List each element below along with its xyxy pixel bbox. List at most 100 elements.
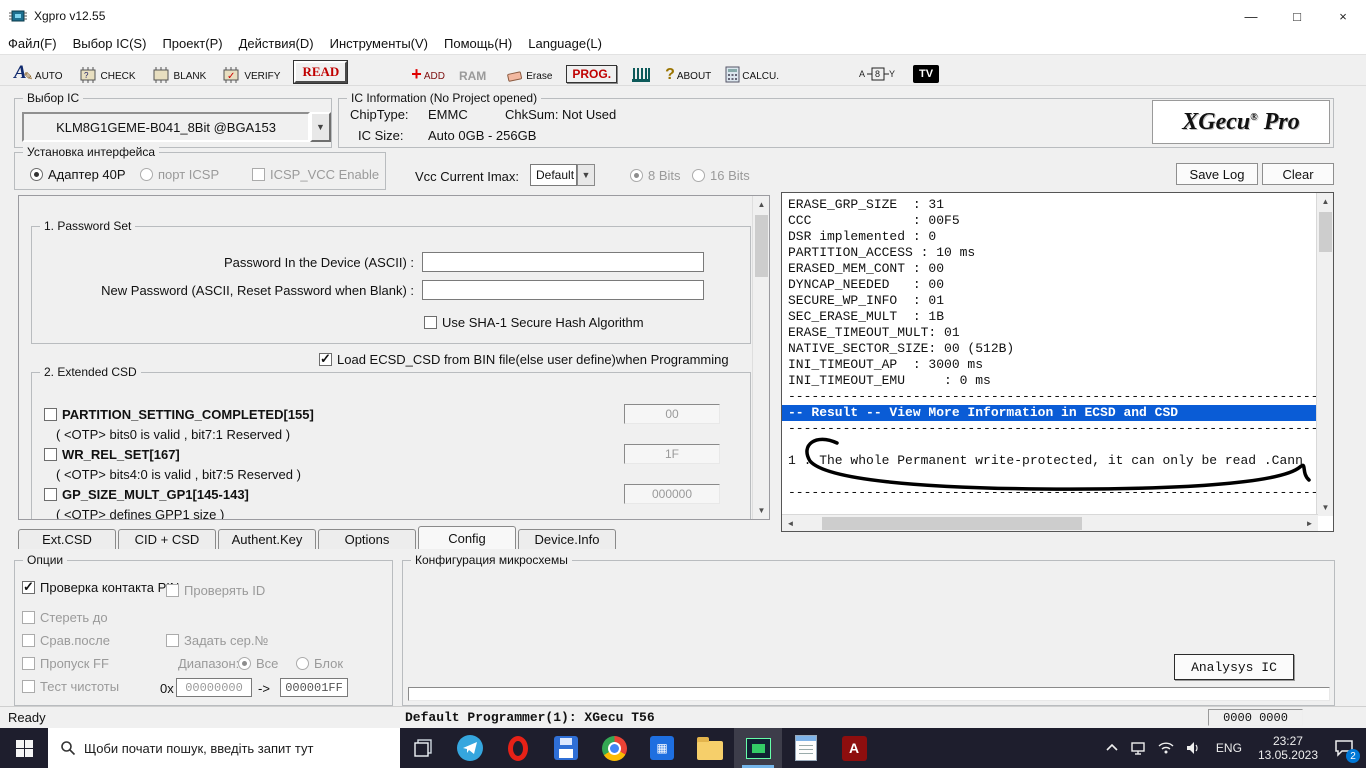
gp-size-mult-checkbox[interactable]: GP_SIZE_MULT_GP1[145-143] xyxy=(44,487,249,502)
menu-actions[interactable]: Действия(D) xyxy=(231,32,322,54)
partition-setting-value[interactable]: 00 xyxy=(624,404,720,424)
close-button[interactable]: × xyxy=(1320,0,1366,32)
scroll-thumb[interactable] xyxy=(822,517,1082,530)
tray-volume-icon[interactable] xyxy=(1180,728,1208,768)
tray-network-icon[interactable] xyxy=(1124,728,1152,768)
log-result-line: -- Result -- View More Information in EC… xyxy=(782,405,1318,421)
socket-button[interactable] xyxy=(631,57,651,83)
scroll-down-icon[interactable]: ▼ xyxy=(753,502,770,519)
menu-project[interactable]: Проект(P) xyxy=(154,32,230,54)
calcu-label: CALCU. xyxy=(742,71,779,83)
prog-button[interactable]: PROG. xyxy=(566,57,617,83)
wr-rel-set-checkbox[interactable]: WR_REL_SET[167] xyxy=(44,447,180,462)
checkbox-icon xyxy=(44,448,57,461)
sha1-checkbox[interactable]: Use SHA-1 Secure Hash Algorithm xyxy=(424,315,644,330)
tray-chevron-up-icon[interactable] xyxy=(1100,728,1124,768)
tab-config[interactable]: Config xyxy=(418,526,516,549)
logic-test-button[interactable]: A 8 Y xyxy=(859,57,895,83)
notification-center-button[interactable]: 2 xyxy=(1326,728,1366,768)
log-vertical-scrollbar[interactable]: ▲ ▼ xyxy=(1316,193,1333,516)
pin-check-checkbox[interactable]: Проверка контакта PIN xyxy=(22,580,179,595)
scroll-left-icon[interactable]: ◄ xyxy=(782,515,799,532)
tab-options[interactable]: Options xyxy=(318,529,416,549)
taskbar-app-xgpro[interactable] xyxy=(734,728,782,768)
minimize-button[interactable]: — xyxy=(1228,0,1274,32)
new-password-input[interactable] xyxy=(422,280,704,300)
plus-icon: + xyxy=(411,65,422,83)
log-panel: ERASE_GRP_SIZE : 31 CCC : 00F5 DSR imple… xyxy=(781,192,1334,532)
menu-language[interactable]: Language(L) xyxy=(520,32,610,54)
start-button[interactable] xyxy=(0,728,48,768)
skip-ff-checkbox: Пропуск FF xyxy=(22,656,109,671)
blank-button[interactable]: BLANK xyxy=(150,57,207,83)
scroll-thumb[interactable] xyxy=(1319,212,1332,252)
add-button[interactable]: + ADD xyxy=(411,57,445,83)
calcu-button[interactable]: CALCU. xyxy=(725,57,779,83)
vcc-dropdown-button[interactable]: ▼ xyxy=(577,164,595,186)
log-horizontal-scrollbar[interactable]: ◄ ► xyxy=(782,514,1318,531)
menu-help[interactable]: Помощь(H) xyxy=(436,32,520,54)
log-line: INI_TIMEOUT_EMU : 0 ms xyxy=(788,373,1318,389)
task-view-button[interactable] xyxy=(400,728,446,768)
app-icon xyxy=(9,9,27,23)
gp-size-mult-value[interactable]: 000000 xyxy=(624,484,720,504)
partition-setting-desc: ( <OTP> bits0 is valid , bit7:1 Reserved… xyxy=(56,427,290,442)
wr-rel-set-value[interactable]: 1F xyxy=(624,444,720,464)
taskbar-app-chrome[interactable] xyxy=(590,728,638,768)
check-button[interactable]: ? CHECK xyxy=(77,57,136,83)
menu-tools[interactable]: Инструменты(V) xyxy=(322,32,436,54)
taskbar-app-opera[interactable] xyxy=(494,728,542,768)
tab-ext-csd[interactable]: Ext.CSD xyxy=(18,529,116,549)
address-from-input[interactable] xyxy=(176,678,252,697)
address-to-input[interactable] xyxy=(280,678,348,697)
ic-select-dropdown-button[interactable]: ▼ xyxy=(310,112,331,142)
vcc-current-label: Vcc Current Imax: xyxy=(415,169,519,184)
ic-select-combobox[interactable]: KLM8G1GEME-B041_8Bit @BGA153 xyxy=(22,112,310,142)
search-input[interactable] xyxy=(84,741,374,756)
checkbox-icon xyxy=(22,634,35,647)
scroll-right-icon[interactable]: ► xyxy=(1301,515,1318,532)
tab-authent-key[interactable]: Authent.Key xyxy=(218,529,316,549)
calculator-icon xyxy=(725,66,740,83)
tray-clock[interactable]: 23:27 13.05.2023 xyxy=(1250,728,1326,768)
taskbar-app-notepad[interactable] xyxy=(782,728,830,768)
about-button[interactable]: ? ABOUT xyxy=(665,57,711,83)
vcc-current-select[interactable]: Default xyxy=(530,164,577,186)
chip-type-row: ChipType: xyxy=(350,107,409,122)
tv-button[interactable]: TV xyxy=(913,57,939,83)
menu-select-ic[interactable]: Выбор IC(S) xyxy=(65,32,155,54)
scroll-thumb[interactable] xyxy=(755,215,768,277)
taskbar-app-floppy[interactable] xyxy=(542,728,590,768)
clear-button[interactable]: Clear xyxy=(1262,163,1334,185)
taskbar-app-telegram[interactable] xyxy=(446,728,494,768)
config-panel-scrollbar[interactable]: ▲ ▼ xyxy=(752,196,769,519)
verify-button[interactable]: ✓ VERIFY xyxy=(220,57,280,83)
taskbar-app-acrobat[interactable]: A xyxy=(830,728,878,768)
password-device-input[interactable] xyxy=(422,252,704,272)
tray-time: 23:27 xyxy=(1258,734,1318,748)
password-set-group: 1. Password Set Password In the Device (… xyxy=(31,226,751,344)
tray-wifi-icon[interactable] xyxy=(1152,728,1180,768)
taskbar-app-explorer[interactable] xyxy=(686,728,734,768)
scroll-down-icon[interactable]: ▼ xyxy=(1317,499,1334,516)
log-line: ERASED_MEM_CONT : 00 xyxy=(788,261,1318,277)
interface-group-label: Установка интерфейса xyxy=(23,145,159,159)
tab-cid-csd[interactable]: CID + CSD xyxy=(118,529,216,549)
taskbar-app-blue-tile[interactable]: ▦ xyxy=(638,728,686,768)
read-button[interactable]: READ xyxy=(294,57,347,83)
tab-device-info[interactable]: Device.Info xyxy=(518,529,616,549)
partition-setting-checkbox[interactable]: PARTITION_SETTING_COMPLETED[155] xyxy=(44,407,314,422)
analyze-ic-button[interactable]: Analysys IC xyxy=(1174,654,1294,680)
taskbar-search[interactable] xyxy=(48,728,400,768)
menu-file[interactable]: Файл(F) xyxy=(0,32,65,54)
tray-language[interactable]: ENG xyxy=(1208,728,1250,768)
save-log-button[interactable]: Save Log xyxy=(1176,163,1258,185)
scroll-up-icon[interactable]: ▲ xyxy=(753,196,770,213)
maximize-button[interactable]: □ xyxy=(1274,0,1320,32)
auto-button[interactable]: A✎ AUTO xyxy=(14,57,63,83)
load-ecsd-checkbox[interactable]: Load ECSD_CSD from BIN file(else user de… xyxy=(319,352,729,367)
erase-button[interactable]: Erase xyxy=(506,57,552,83)
adapter-40p-radio[interactable]: Адаптер 40P xyxy=(30,167,126,182)
scroll-up-icon[interactable]: ▲ xyxy=(1317,193,1334,210)
log-line: SECURE_WP_INFO : 01 xyxy=(788,293,1318,309)
